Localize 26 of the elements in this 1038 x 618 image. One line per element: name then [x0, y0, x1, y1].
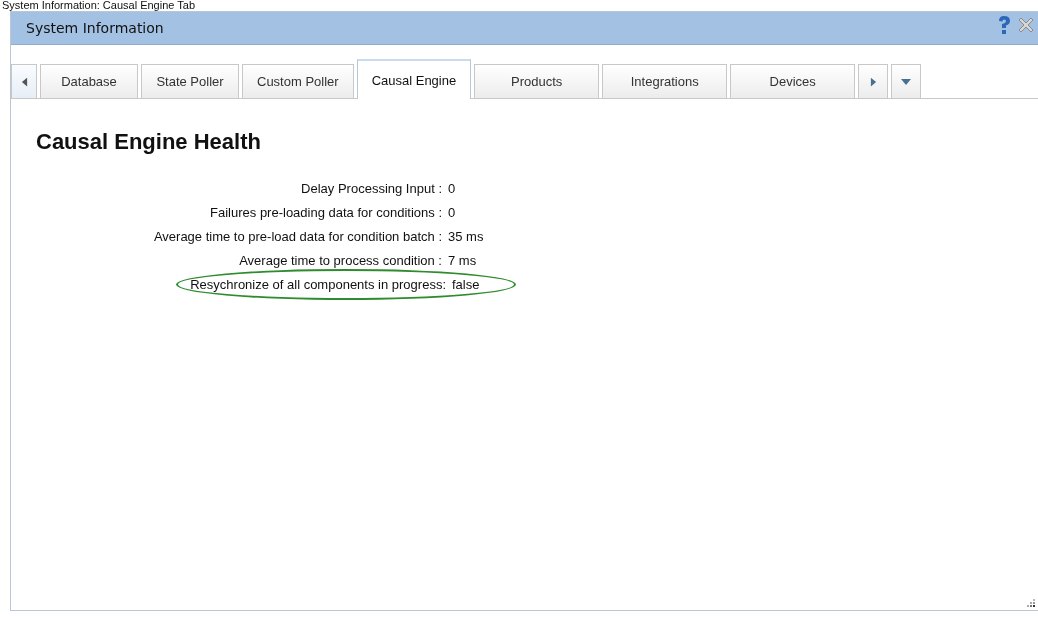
caption: System Information: Causal Engine Tab: [1, 0, 196, 11]
field-value: 0: [447, 181, 457, 196]
resize-grip-icon[interactable]: [1026, 598, 1036, 608]
tab[interactable]: Integrations: [602, 64, 728, 98]
field-value: 35 ms: [447, 229, 485, 244]
field-label: Delay Processing Input :: [301, 181, 442, 196]
tab-menu-button[interactable]: [891, 64, 922, 98]
tab[interactable]: State Poller: [141, 64, 239, 98]
field-label: Average time to process condition :: [239, 253, 442, 268]
scroll-left-button[interactable]: [11, 64, 37, 98]
field-label: Resychronize of all components in progress:: [190, 277, 446, 292]
caret-icon: [901, 77, 912, 86]
field-label: Average time to pre-load data for condition batch :: [153, 229, 442, 244]
section-heading: Causal Engine Health: [36, 129, 262, 155]
window-title: System Information: [26, 20, 165, 36]
right-arrow-icon: [869, 76, 877, 87]
field-value: false: [451, 277, 481, 292]
field-label: Failures pre-loading data for conditions :: [210, 205, 442, 220]
tab[interactable]: Database: [40, 64, 138, 98]
tab[interactable]: Custom Poller: [242, 64, 354, 98]
field-value: 0: [447, 205, 457, 220]
tab[interactable]: Devices: [730, 64, 856, 98]
left-arrow-icon: [20, 76, 28, 87]
field-value: 7 ms: [447, 253, 478, 268]
tab[interactable]: Products: [474, 64, 600, 98]
tab[interactable]: Causal Engine: [356, 59, 472, 99]
